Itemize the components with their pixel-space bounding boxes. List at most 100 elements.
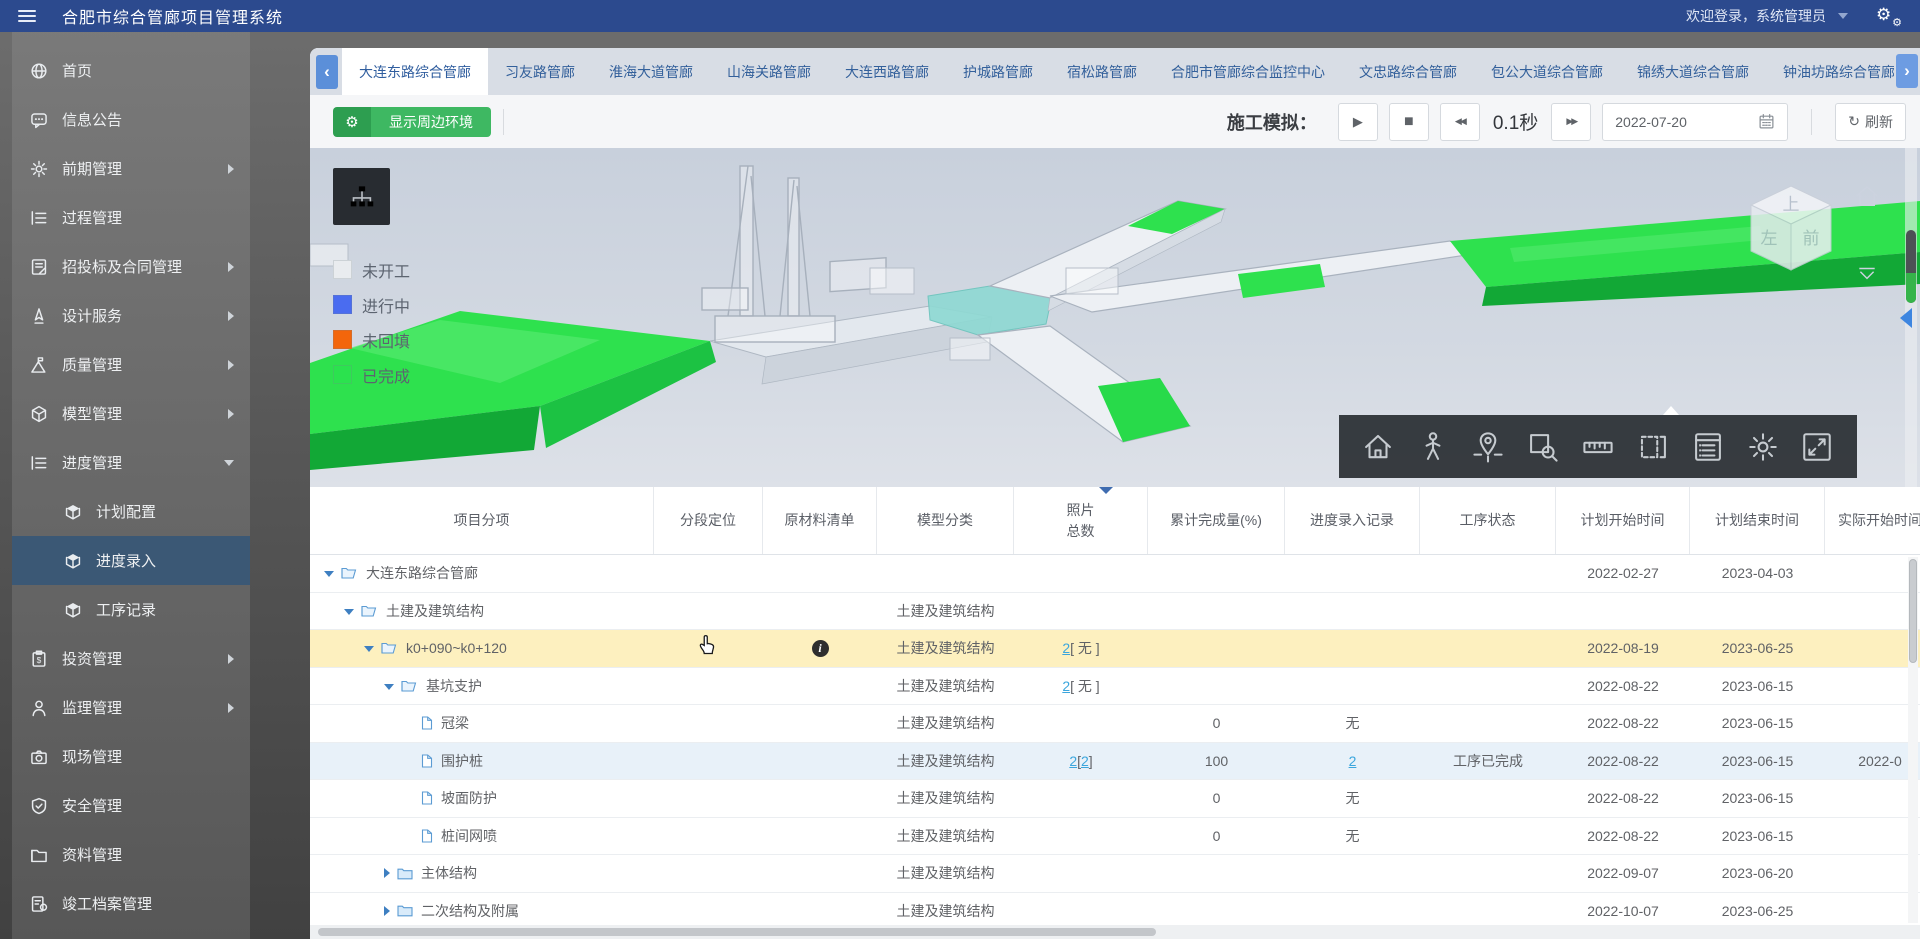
sidebar-item-document-mgmt[interactable]: 资料管理 [12, 830, 250, 879]
cube-face-left[interactable]: 左 [1761, 229, 1778, 248]
record-count-link[interactable]: 2 [1349, 753, 1357, 769]
tree-toggle-icon[interactable] [364, 646, 374, 652]
play-button[interactable]: ▶ [1338, 103, 1378, 141]
horizontal-scrollbar[interactable] [310, 925, 1920, 939]
tab-shanhaiguan[interactable]: 山海关路管廊 [710, 48, 828, 95]
sidebar-item-notice[interactable]: 信息公告 [12, 95, 250, 144]
sidebar-item-investment-mgmt[interactable]: $投资管理 [12, 634, 250, 683]
sidebar-item-process-record[interactable]: 工序记录 [12, 585, 250, 634]
slower-button[interactable]: ◀◀ [1440, 103, 1480, 141]
table-row[interactable]: 围护桩土建及建筑结构2 [ 2 ]1002工序已完成2022-08-222023… [310, 743, 1920, 781]
tab-dalian-east[interactable]: 大连东路综合管廊 [342, 48, 488, 95]
photo-count-link[interactable]: 2 [1062, 678, 1070, 694]
horizontal-scrollbar-thumb[interactable] [318, 928, 1156, 936]
tab-baogong[interactable]: 包公大道综合管廊 [1474, 48, 1620, 95]
fullscreen-tool-icon[interactable] [1800, 430, 1834, 464]
settings-gears-icon[interactable]: ⚙⚙ [1876, 5, 1902, 27]
tab-xiyou[interactable]: 习友路管廊 [488, 48, 592, 95]
date-input[interactable] [1615, 114, 1735, 130]
cube-face-front[interactable]: 前 [1803, 229, 1820, 248]
tab-huaihai[interactable]: 淮海大道管廊 [592, 48, 710, 95]
cell-status [1420, 593, 1556, 630]
walk-tool-icon[interactable] [1416, 430, 1450, 464]
sidebar-item-pre-mgmt[interactable]: 前期管理 [12, 144, 250, 193]
tab-monitor-center[interactable]: 合肥市管廊综合监控中心 [1154, 48, 1342, 95]
welcome-user-label[interactable]: 欢迎登录，系统管理员 [1686, 6, 1826, 26]
show-environment-button[interactable]: ⚙ 显示周边环境 [333, 107, 491, 137]
sidebar-item-label: 监理管理 [62, 697, 122, 718]
view-home-icon[interactable] [1854, 184, 1880, 208]
viewer-scrollbar-thumb[interactable] [1906, 230, 1916, 303]
faster-button[interactable]: ▶▶ [1551, 103, 1591, 141]
table-row[interactable]: 桩间网喷土建及建筑结构0无2022-08-222023-06-15 [310, 818, 1920, 856]
tree-toggle-icon[interactable] [384, 906, 390, 916]
table-row[interactable]: 大连东路综合管廊2022-02-272023-04-03 [310, 555, 1920, 593]
table-row[interactable]: 土建及建筑结构土建及建筑结构 [310, 593, 1920, 631]
completion-icon [30, 895, 48, 913]
tree-toggle-icon[interactable] [344, 609, 354, 615]
sidebar-item-bidding-contract[interactable]: 招投标及合同管理 [12, 242, 250, 291]
settings-tool-icon[interactable] [1746, 430, 1780, 464]
table-scrollbar[interactable] [1908, 557, 1918, 923]
sidebar-item-site-mgmt[interactable]: 现场管理 [12, 732, 250, 781]
photo-count-link[interactable]: 2 [1062, 640, 1070, 656]
tab-hucheng[interactable]: 护城路管廊 [946, 48, 1050, 95]
cell-complete [1148, 893, 1285, 930]
tab-dalian-west[interactable]: 大连西路管廊 [828, 48, 946, 95]
stop-button[interactable]: ■ [1389, 103, 1429, 141]
table-row[interactable]: 坡面防护土建及建筑结构0无2022-08-222023-06-15 [310, 780, 1920, 818]
tree-toggle-icon[interactable] [324, 571, 334, 577]
sidebar-item-progress-mgmt[interactable]: 进度管理 [12, 438, 250, 487]
photo-count-link[interactable]: 2 [1081, 753, 1089, 769]
view-cube[interactable]: 上 左 前 [1739, 178, 1843, 282]
table-row[interactable]: 主体结构土建及建筑结构2022-09-072023-06-20 [310, 855, 1920, 893]
simulation-toolbar: ⚙ 显示周边环境 施工模拟： ▶ ■ ◀◀ 0.1秒 ▶▶ ↻ 刷新 [310, 95, 1920, 148]
sidebar-item-safety-mgmt[interactable]: 安全管理 [12, 781, 250, 830]
section-tool-icon[interactable] [1636, 430, 1670, 464]
tabs-scroll-right-button[interactable]: › [1896, 54, 1918, 88]
material-info-icon[interactable]: i [812, 640, 829, 657]
sidebar-item-home[interactable]: 首页 [12, 46, 250, 95]
cell-actual_start [1825, 668, 1920, 705]
cell-name: 围护桩 [310, 743, 654, 780]
tab-susong[interactable]: 宿松路管廊 [1050, 48, 1154, 95]
sidebar-item-process-mgmt[interactable]: 过程管理 [12, 193, 250, 242]
sidebar-item-plan-config[interactable]: 计划配置 [12, 487, 250, 536]
viewer-collapse-handle[interactable] [1097, 487, 1115, 494]
tree-toggle-icon[interactable] [384, 684, 394, 690]
panel-expand-arrow[interactable] [1900, 308, 1912, 328]
tab-wenzhong[interactable]: 文忠路综合管廊 [1342, 48, 1474, 95]
tab-zhongyoufang[interactable]: 钟油坊路综合管廊 [1766, 48, 1894, 95]
simulation-date-picker[interactable] [1602, 103, 1788, 141]
file-icon [421, 716, 433, 730]
model-tree-button[interactable] [333, 168, 390, 225]
cube-face-top[interactable]: 上 [1783, 195, 1800, 214]
view-collapse-chevron-icon[interactable] [1856, 266, 1878, 282]
sidebar-item-completion-archive[interactable]: 竣工档案管理 [12, 879, 250, 928]
measure-tool-icon[interactable] [1581, 430, 1615, 464]
sidebar-item-supervision-mgmt[interactable]: 监理管理 [12, 683, 250, 732]
sidebar-item-model-mgmt[interactable]: 模型管理 [12, 389, 250, 438]
sidebar-item-design-service[interactable]: 设计服务 [12, 291, 250, 340]
sidebar-item-progress-entry[interactable]: 进度录入 [12, 536, 250, 585]
table-row[interactable]: 冠梁土建及建筑结构0无2022-08-222023-06-15 [310, 705, 1920, 743]
tab-jinxiu[interactable]: 锦绣大道综合管廊 [1620, 48, 1766, 95]
tabs-scroll-left-button[interactable]: ‹ [316, 55, 338, 89]
detail-list-tool-icon[interactable] [1691, 430, 1725, 464]
photo-count-link[interactable]: 2 [1069, 753, 1077, 769]
tree-toggle-icon[interactable] [384, 868, 390, 878]
home-tool-icon[interactable] [1361, 430, 1395, 464]
table-scrollbar-thumb[interactable] [1909, 559, 1917, 663]
app-root: { "header": { "title": "合肥市综合管廊项目管理系统", … [0, 0, 1920, 939]
refresh-button[interactable]: ↻ 刷新 [1835, 103, 1906, 141]
invest-icon: $ [30, 650, 48, 668]
hamburger-menu-icon[interactable] [18, 10, 36, 22]
table-row[interactable]: k0+090~k0+120i土建及建筑结构2 [ 无 ]2022-08-1920… [310, 630, 1920, 668]
zoom-area-tool-icon[interactable] [1526, 430, 1560, 464]
table-row[interactable]: 基坑支护土建及建筑结构2 [ 无 ]2022-08-222023-06-15 [310, 668, 1920, 706]
file-icon [421, 791, 433, 805]
sidebar-item-quality-mgmt[interactable]: 质量管理 [12, 340, 250, 389]
bim-3d-viewer[interactable]: 未开工进行中未回填已完成 上 左 前 [310, 148, 1920, 487]
locate-tool-icon[interactable] [1471, 430, 1505, 464]
cell-material [763, 893, 877, 930]
